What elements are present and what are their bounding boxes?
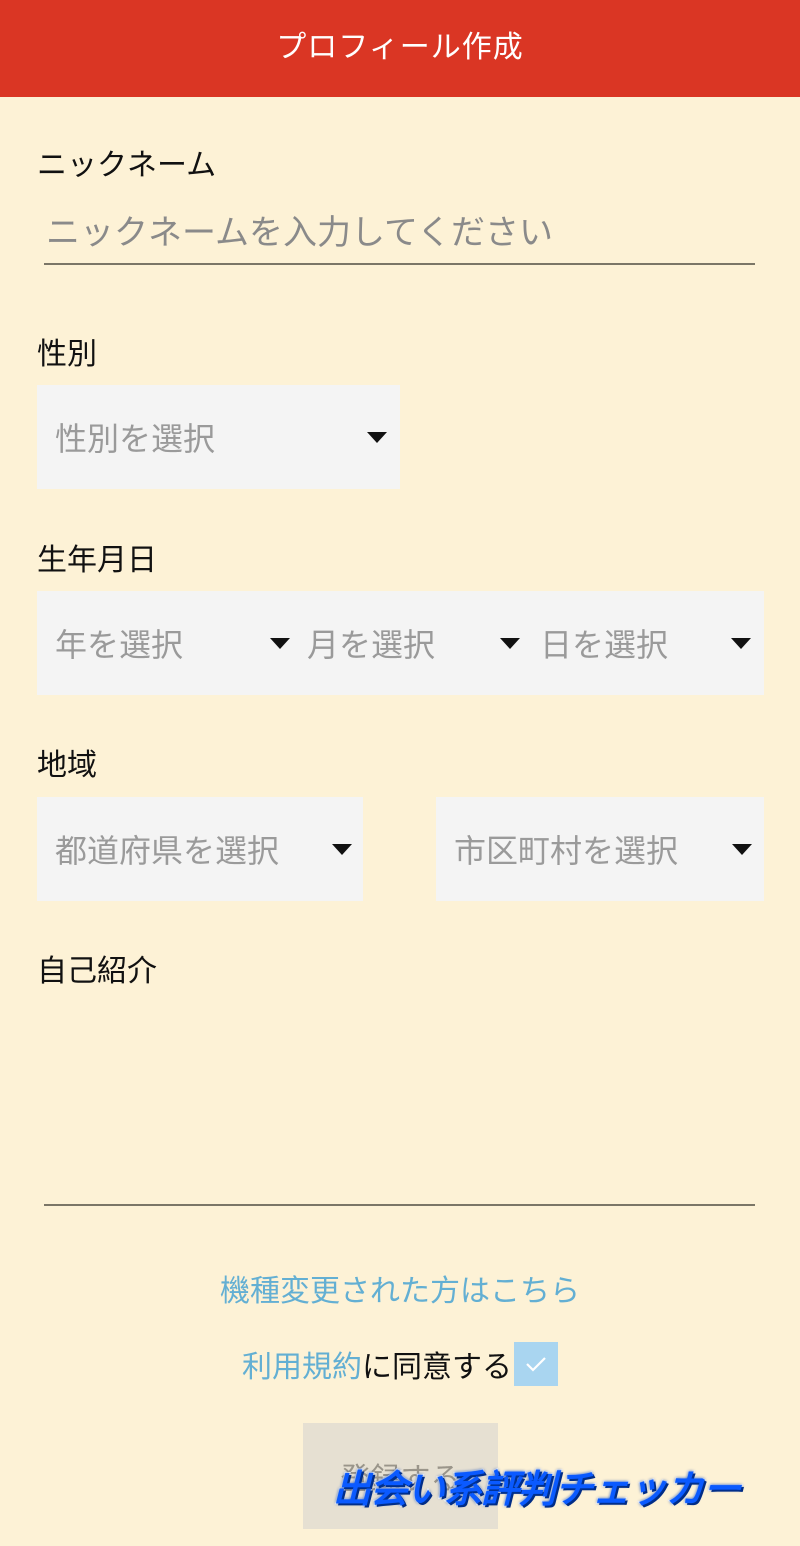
- bio-textarea[interactable]: [44, 995, 755, 1206]
- chevron-down-icon: [270, 638, 290, 649]
- gender-select[interactable]: 性別を選択: [37, 385, 400, 489]
- nickname-input[interactable]: [44, 203, 755, 265]
- city-select-placeholder: 市区町村を選択: [454, 832, 679, 870]
- birth-day-select[interactable]: 日を選択: [522, 591, 764, 695]
- bio-label: 自己紹介: [37, 954, 157, 989]
- chevron-down-icon: [731, 638, 751, 649]
- chevron-down-icon: [732, 844, 752, 855]
- agree-text: に同意する: [362, 1350, 512, 1385]
- birth-month-placeholder: 月を選択: [307, 626, 436, 664]
- birth-day-placeholder: 日を選択: [540, 626, 669, 664]
- app-header: プロフィール作成: [0, 0, 800, 97]
- agree-checkbox[interactable]: [514, 1342, 558, 1386]
- birthday-label: 生年月日: [37, 543, 157, 578]
- terms-agree-row: 利用規約 に同意する: [0, 1342, 800, 1386]
- chevron-down-icon: [332, 844, 352, 855]
- watermark-logo: 出会い系評判チェッカー: [332, 1466, 742, 1512]
- region-label: 地域: [37, 748, 97, 783]
- city-select[interactable]: 市区町村を選択: [436, 797, 764, 901]
- terms-link[interactable]: 利用規約: [242, 1342, 362, 1386]
- device-change-link[interactable]: 機種変更された方はこちら: [0, 1266, 800, 1310]
- nickname-label: ニックネーム: [37, 148, 217, 183]
- gender-label: 性別: [37, 337, 97, 372]
- birthday-select-group: 年を選択 月を選択 日を選択: [37, 591, 764, 695]
- page-title: プロフィール作成: [276, 29, 524, 65]
- check-icon: [526, 1357, 546, 1372]
- birth-month-select[interactable]: 月を選択: [289, 591, 522, 695]
- birth-year-select[interactable]: 年を選択: [37, 591, 302, 695]
- gender-select-placeholder: 性別を選択: [55, 420, 216, 458]
- chevron-down-icon: [500, 638, 520, 649]
- birth-year-placeholder: 年を選択: [55, 626, 184, 664]
- prefecture-select-placeholder: 都道府県を選択: [55, 832, 280, 870]
- prefecture-select[interactable]: 都道府県を選択: [37, 797, 363, 901]
- chevron-down-icon: [367, 432, 387, 443]
